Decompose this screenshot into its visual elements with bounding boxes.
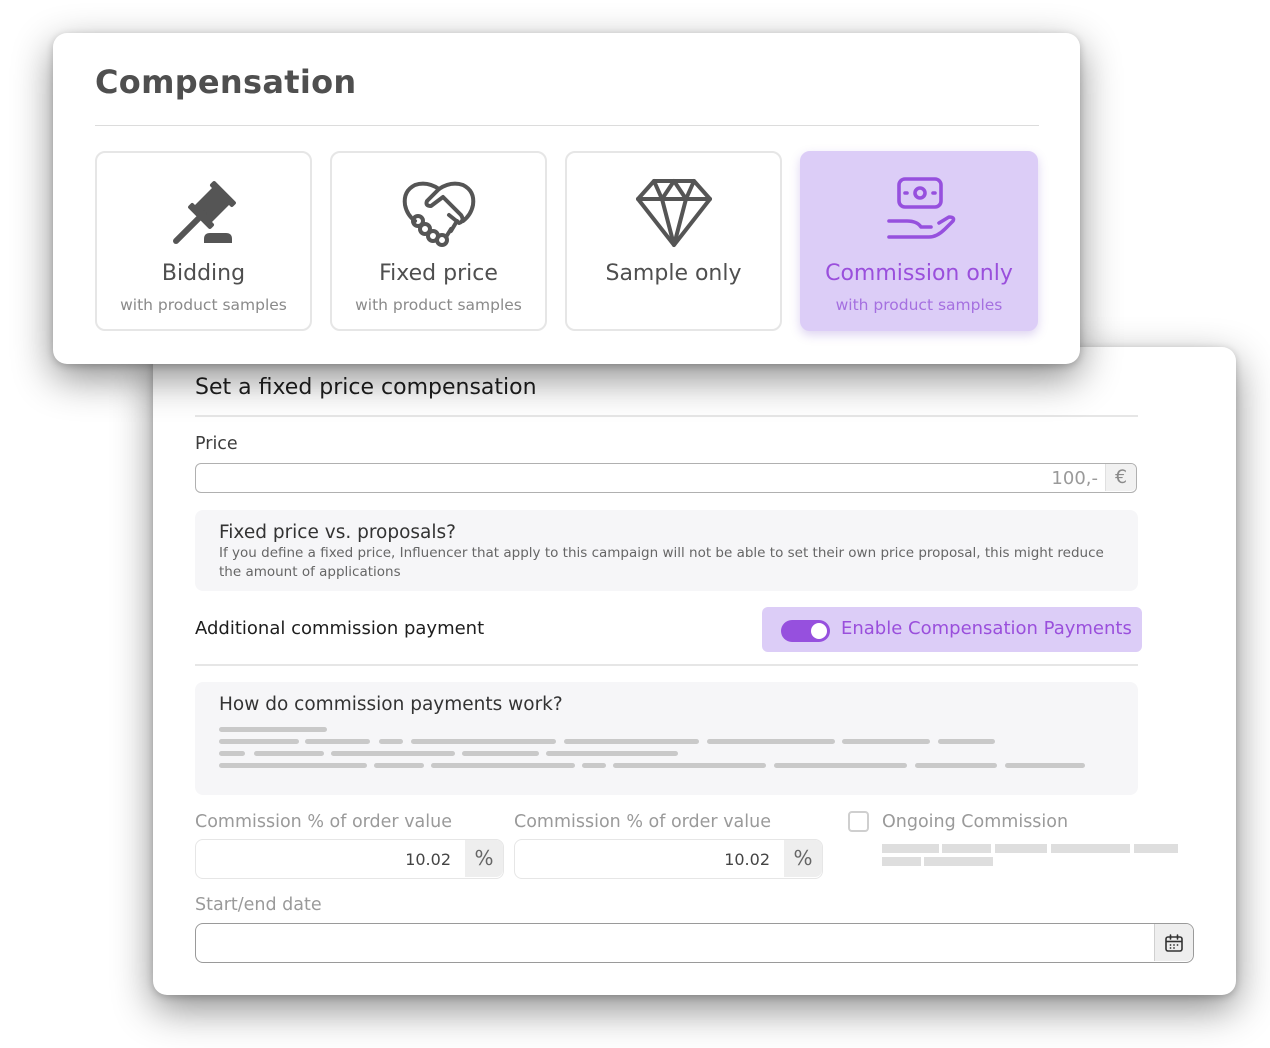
option-sample-only[interactable]: Sample only (565, 151, 782, 331)
commission-label-2: Commission % of order value (514, 812, 771, 832)
diamond-icon (635, 179, 712, 247)
option-bidding[interactable]: Bidding with product samples (95, 151, 312, 331)
compensation-divider (95, 125, 1039, 126)
commission-value-2: 10.02 (724, 850, 770, 869)
skeleton-line (942, 844, 991, 853)
option-subtitle: with product samples (120, 296, 287, 314)
option-commission-only[interactable]: Commission only with product samples (800, 151, 1038, 331)
skeleton-line (613, 763, 766, 768)
calendar-button[interactable] (1154, 924, 1193, 961)
price-value: 100,- (1051, 468, 1098, 489)
skeleton-line (462, 751, 539, 756)
skeleton-line (924, 857, 993, 866)
info-body: If you define a fixed price, Influencer … (219, 545, 1104, 580)
skeleton-line (331, 751, 455, 756)
commission-value-1: 10.02 (405, 850, 451, 869)
skeleton-line (582, 763, 606, 768)
skeleton-line (305, 739, 370, 744)
skeleton-line (254, 751, 324, 756)
compensation-card: Compensation Bidding with product sample… (53, 33, 1080, 364)
option-subtitle: with product samples (835, 296, 1003, 314)
gavel-icon (172, 181, 236, 244)
option-title: Bidding (161, 261, 246, 286)
skeleton-line (379, 739, 403, 744)
commission-info-box: How do commission payments work? (195, 682, 1138, 795)
option-subtitle: with product samples (355, 296, 522, 314)
skeleton-line (882, 844, 939, 853)
additional-commission-label: Additional commission payment (195, 618, 485, 639)
date-label: Start/end date (195, 895, 322, 915)
price-label: Price (195, 434, 238, 454)
commission-input-1[interactable]: 10.02 % (195, 839, 504, 879)
option-fixed-price[interactable]: Fixed price with product samples (330, 151, 547, 331)
skeleton-line (915, 763, 997, 768)
section-title: Set a fixed price compensation (195, 375, 537, 400)
skeleton-line (219, 739, 299, 744)
ongoing-commission-checkbox[interactable] (848, 811, 869, 832)
compensation-title: Compensation (95, 63, 357, 101)
commission-label-1: Commission % of order value (195, 812, 452, 832)
ongoing-commission-label: Ongoing Commission (882, 812, 1069, 832)
option-title: Fixed price (379, 261, 498, 286)
commission-divider (195, 664, 1138, 666)
fixed-price-info-box: Fixed price vs. proposals? If you define… (195, 510, 1138, 591)
commission-input-2[interactable]: 10.02 % (514, 839, 823, 879)
skeleton-line (995, 844, 1047, 853)
skeleton-line (1134, 844, 1178, 853)
toggle-knob (811, 623, 827, 639)
handshake-icon (402, 181, 475, 247)
calendar-icon (1165, 934, 1183, 952)
skeleton-line (219, 751, 245, 756)
skeleton-line (938, 739, 995, 744)
percent-unit: % (465, 840, 503, 877)
euro-unit: € (1105, 464, 1136, 491)
price-input[interactable]: 100,- € (195, 463, 1137, 493)
skeleton-line (411, 739, 556, 744)
skeleton-line (1005, 763, 1085, 768)
percent-unit: % (784, 840, 822, 877)
info-title: Fixed price vs. proposals? (219, 522, 456, 543)
skeleton-line (431, 763, 575, 768)
fixed-price-panel: Set a fixed price compensation Price 100… (153, 347, 1236, 995)
date-range-input[interactable] (195, 923, 1194, 963)
skeleton-line (774, 763, 907, 768)
info-title: How do commission payments work? (219, 694, 563, 715)
skeleton-line (1051, 844, 1130, 853)
option-title: Commission only (825, 261, 1013, 286)
skeleton-line (882, 857, 921, 866)
toggle-label: Enable Compensation Payments (841, 618, 1132, 639)
skeleton-line (374, 763, 424, 768)
skeleton-line (707, 739, 835, 744)
skeleton-line (564, 739, 699, 744)
toggle-switch[interactable] (781, 620, 830, 642)
skeleton-line (546, 751, 678, 756)
enable-compensation-toggle[interactable]: Enable Compensation Payments (762, 607, 1142, 652)
skeleton-line (842, 739, 930, 744)
skeleton-line (219, 727, 327, 732)
skeleton-line (219, 763, 367, 768)
money-in-hand-icon (887, 177, 956, 239)
section-divider (195, 415, 1138, 417)
option-title: Sample only (605, 261, 742, 286)
